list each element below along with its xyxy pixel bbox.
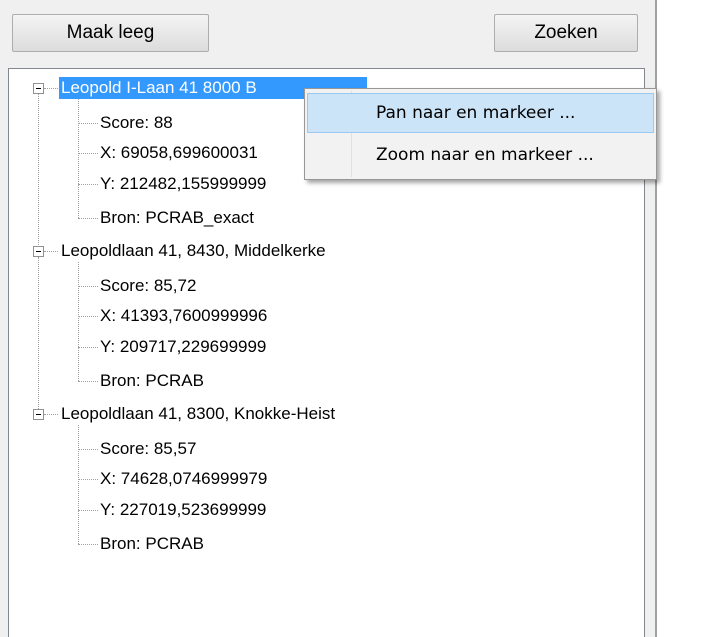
tree-connector bbox=[78, 544, 98, 545]
tree-branch-line bbox=[78, 425, 79, 544]
tree-connector bbox=[78, 316, 98, 317]
tree-connector bbox=[78, 510, 98, 511]
collapse-toggle-icon[interactable] bbox=[33, 409, 44, 420]
result-2-source: Bron: PCRAB bbox=[100, 371, 204, 390]
result-2-x: X: 41393,7600999996 bbox=[100, 306, 268, 325]
result-1-y: Y: 212482,155999999 bbox=[100, 174, 267, 193]
result-1-score: Score: 88 bbox=[100, 113, 173, 132]
result-3-x: X: 74628,0746999979 bbox=[100, 469, 268, 488]
tree-connector bbox=[78, 381, 98, 382]
tree-root-line bbox=[38, 257, 39, 419]
result-3-source: Bron: PCRAB bbox=[100, 534, 204, 553]
result-node-2[interactable]: Leopoldlaan 41, 8430, Middelkerke bbox=[59, 240, 328, 262]
tree-connector bbox=[78, 479, 98, 480]
tree-connector bbox=[78, 218, 98, 219]
tree-connector bbox=[78, 347, 98, 348]
result-2-y: Y: 209717,229699999 bbox=[100, 337, 267, 356]
menu-item-zoom-and-mark[interactable]: Zoom naar en markeer ... bbox=[307, 135, 654, 175]
tree-connector bbox=[44, 251, 58, 252]
menu-item-pan-and-mark[interactable]: Pan naar en markeer ... bbox=[307, 93, 654, 133]
tree-connector bbox=[44, 88, 58, 89]
result-3-y: Y: 227019,523699999 bbox=[100, 500, 267, 519]
tree-connector bbox=[78, 286, 98, 287]
tree-branch-line bbox=[78, 262, 79, 381]
tree-connector bbox=[78, 184, 98, 185]
tree-connector bbox=[78, 449, 98, 450]
result-3-score: Score: 85,57 bbox=[100, 439, 197, 458]
clear-button[interactable]: Maak leeg bbox=[12, 14, 209, 52]
tree-connector bbox=[78, 123, 98, 124]
tree-connector bbox=[78, 153, 98, 154]
result-2-score: Score: 85,72 bbox=[100, 276, 197, 295]
tree-branch-line bbox=[78, 99, 79, 218]
tree-connector bbox=[44, 414, 58, 415]
search-button[interactable]: Zoeken bbox=[494, 14, 638, 52]
collapse-toggle-icon[interactable] bbox=[33, 83, 44, 94]
context-menu: Pan naar en markeer ... Zoom naar en mar… bbox=[304, 88, 657, 180]
result-1-source: Bron: PCRAB_exact bbox=[100, 208, 255, 227]
result-1-x: X: 69058,699600031 bbox=[100, 143, 258, 162]
result-node-3[interactable]: Leopoldlaan 41, 8300, Knokke-Heist bbox=[59, 403, 337, 425]
collapse-toggle-icon[interactable] bbox=[33, 246, 44, 257]
